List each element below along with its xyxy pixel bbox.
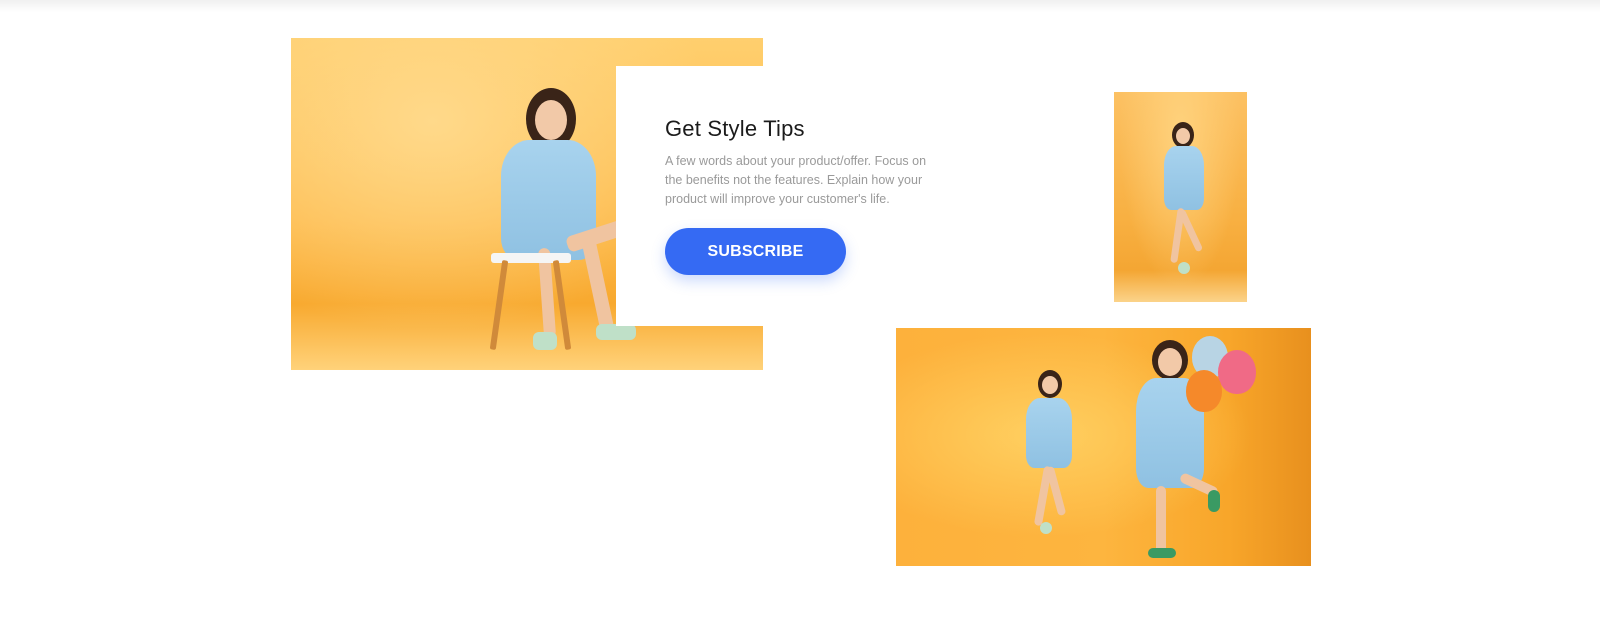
promo-title: Get Style Tips — [665, 116, 805, 141]
wide-photo-women-with-balloons — [896, 328, 1311, 566]
portrait-photo-dancing-woman — [1114, 92, 1247, 302]
header-shadow — [0, 0, 1600, 12]
promo-card: Get Style Tips A few words about your pr… — [616, 66, 1026, 326]
balloon-orange — [1186, 370, 1222, 412]
promo-description: A few words about your product/offer. Fo… — [665, 154, 927, 206]
dancing-woman-figure — [1154, 122, 1214, 292]
subscribe-button[interactable]: SUBSCRIBE — [665, 228, 846, 275]
balloon-pink — [1218, 350, 1256, 394]
woman-left-figure — [1014, 370, 1084, 540]
page: Get Style Tips A few words about your pr… — [0, 0, 1600, 625]
